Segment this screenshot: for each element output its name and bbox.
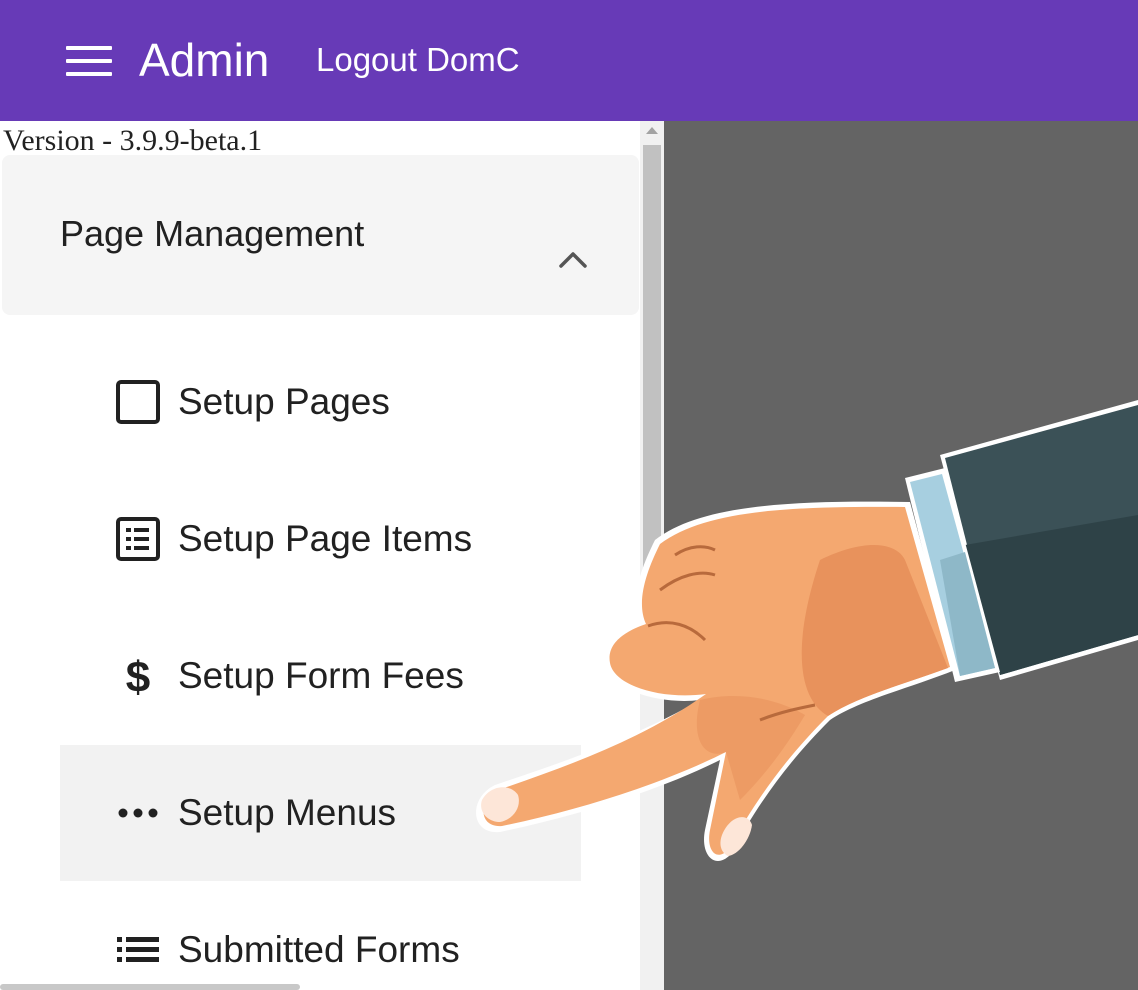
sidebar-item-submitted-forms[interactable]: Submitted Forms [60, 882, 581, 990]
list-icon [117, 937, 159, 962]
sidebar-item-label: Setup Form Fees [178, 655, 464, 696]
hamburger-menu-icon[interactable] [66, 44, 112, 78]
sidebar-item-label: Setup Pages [178, 381, 390, 422]
sidebar-item-label: Submitted Forms [178, 929, 460, 970]
panel-title: Page Management [60, 213, 365, 254]
sidebar-item-setup-pages[interactable]: Setup Pages [60, 334, 581, 470]
app-title: Admin [139, 34, 270, 86]
app-toolbar: Admin Logout DomC [0, 0, 1138, 121]
scrollbar-thumb[interactable] [643, 145, 661, 665]
horizontal-scrollbar-thumb[interactable] [0, 984, 300, 990]
sidebar-item-setup-page-items[interactable]: Setup Page Items [60, 471, 581, 607]
more-horizontal-icon [118, 808, 158, 818]
sidebar-item-label: Setup Menus [178, 792, 397, 833]
sidebar-scrollbar[interactable] [640, 121, 664, 990]
square-outline-icon [116, 380, 160, 424]
sidebar-item-setup-menus[interactable]: Setup Menus [60, 745, 581, 881]
dollar-icon: $ [126, 654, 150, 698]
svg-text:$: $ [126, 654, 150, 698]
page-management-panel-header[interactable]: Page Management [2, 155, 639, 315]
chevron-up-icon [559, 252, 587, 268]
scroll-up-arrow-icon[interactable] [646, 127, 658, 134]
sidebar-item-setup-form-fees[interactable]: $ Setup Form Fees [60, 608, 581, 744]
sidebar: Version - 3.9.9-beta.1 Page Management S… [0, 121, 640, 990]
main-content-area [664, 121, 1138, 990]
version-label: Version - 3.9.9-beta.1 [3, 124, 263, 157]
list-box-icon [116, 517, 160, 561]
logout-button[interactable]: Logout DomC [316, 40, 520, 80]
sidebar-item-label: Setup Page Items [178, 518, 473, 559]
